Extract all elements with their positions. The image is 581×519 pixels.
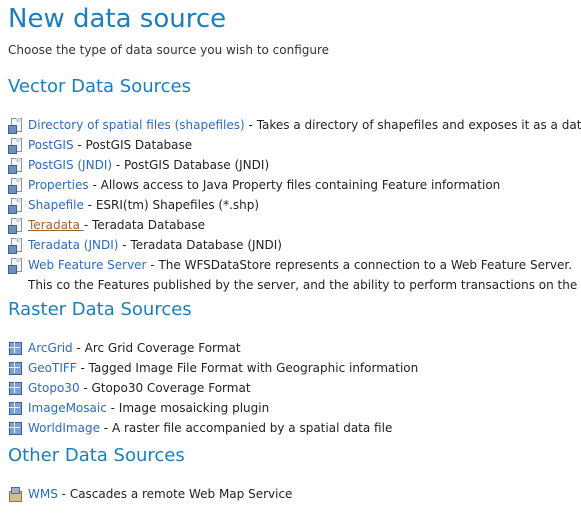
raster-source-icon (8, 381, 22, 395)
separator: - (99, 421, 112, 435)
vector-source-item: Teradata - Teradata Database (8, 215, 581, 235)
source-description: Allows access to Java Property files con… (100, 178, 501, 192)
separator: - (112, 158, 125, 172)
separator: - (72, 341, 85, 355)
source-description: Takes a directory of shapefiles and expo… (256, 118, 581, 132)
separator: - (83, 218, 92, 232)
raster-source-list: ArcGrid - Arc Grid Coverage Format GeoTI… (8, 338, 581, 438)
source-link-worldimage[interactable]: WorldImage (28, 421, 100, 435)
source-description: Arc Grid Coverage Format (84, 341, 241, 355)
raster-source-item: Gtopo30 - Gtopo30 Coverage Format (8, 378, 581, 398)
vector-source-icon (8, 138, 22, 154)
raster-source-icon (8, 421, 22, 435)
source-link-postgis-jndi[interactable]: PostGIS (JNDI) (28, 158, 112, 172)
source-link-directory-shapefiles[interactable]: Directory of spatial files (shapefiles) (28, 118, 245, 132)
source-link-postgis[interactable]: PostGIS (28, 138, 74, 152)
source-description: A raster file accompanied by a spatial d… (111, 421, 393, 435)
vector-source-icon (8, 158, 22, 174)
source-link-imagemosaic[interactable]: ImageMosaic (28, 401, 107, 415)
source-link-gtopo30[interactable]: Gtopo30 (28, 381, 80, 395)
source-description: Gtopo30 Coverage Format (91, 381, 251, 395)
vector-source-item: Properties - Allows access to Java Prope… (8, 175, 581, 195)
separator: - (88, 178, 101, 192)
source-link-teradata-jndi[interactable]: Teradata (JNDI) (28, 238, 118, 252)
separator: - (244, 118, 257, 132)
source-description: Teradata Database (91, 218, 206, 232)
vector-source-icon (8, 258, 22, 274)
raster-section-heading: Raster Data Sources (8, 299, 192, 320)
vector-section-heading: Vector Data Sources (8, 76, 191, 97)
page-title: New data source (8, 4, 227, 34)
separator: - (73, 138, 86, 152)
separator: - (76, 361, 89, 375)
source-link-shapefile[interactable]: Shapefile (28, 198, 84, 212)
vector-source-icon (8, 238, 22, 254)
vector-source-item: PostGIS (JNDI) - PostGIS Database (JNDI) (8, 155, 581, 175)
source-link-wms[interactable]: WMS (28, 487, 58, 501)
page-subtitle: Choose the type of data source you wish … (8, 43, 330, 57)
vector-source-item: PostGIS - PostGIS Database (8, 135, 581, 155)
vector-source-list: Directory of spatial files (shapefiles) … (8, 115, 581, 295)
separator: - (146, 258, 159, 272)
vector-source-item: Directory of spatial files (shapefiles) … (8, 115, 581, 135)
raster-source-icon (8, 401, 22, 415)
new-data-source-page: New data source Choose the type of data … (0, 0, 581, 519)
vector-source-icon (8, 118, 22, 134)
source-description: Tagged Image File Format with Geographic… (88, 361, 419, 375)
source-description: PostGIS Database (JNDI) (124, 158, 270, 172)
vector-source-item: Shapefile - ESRI(tm) Shapefiles (*.shp) (8, 195, 581, 215)
separator: - (79, 381, 92, 395)
raster-source-icon (8, 341, 22, 355)
source-link-properties[interactable]: Properties (28, 178, 89, 192)
source-link-web-feature-server[interactable]: Web Feature Server (28, 258, 147, 272)
source-link-geotiff[interactable]: GeoTIFF (28, 361, 77, 375)
source-link-arcgrid[interactable]: ArcGrid (28, 341, 73, 355)
other-section-heading: Other Data Sources (8, 445, 185, 466)
source-description: ESRI(tm) Shapefiles (*.shp) (95, 198, 260, 212)
separator: - (118, 238, 131, 252)
source-description: Image mosaicking plugin (118, 401, 270, 415)
raster-source-item: ArcGrid - Arc Grid Coverage Format (8, 338, 581, 358)
separator: - (57, 487, 70, 501)
raster-source-item: WorldImage - A raster file accompanied b… (8, 418, 581, 438)
vector-source-icon (8, 218, 22, 234)
source-description: Cascades a remote Web Map Service (69, 487, 293, 501)
wms-source-icon (8, 487, 22, 502)
vector-source-item: Web Feature Server - The WFSDataStore re… (8, 255, 581, 295)
raster-source-icon (8, 361, 22, 375)
other-source-item: WMS - Cascades a remote Web Map Service (8, 484, 581, 504)
vector-source-item: Teradata (JNDI) - Teradata Database (JND… (8, 235, 581, 255)
raster-source-item: GeoTIFF - Tagged Image File Format with … (8, 358, 581, 378)
other-source-list: WMS - Cascades a remote Web Map Service (8, 484, 581, 504)
source-description: PostGIS Database (85, 138, 193, 152)
source-description: Teradata Database (JNDI) (130, 238, 282, 252)
separator: - (83, 198, 96, 212)
separator: - (106, 401, 119, 415)
vector-source-icon (8, 178, 22, 194)
raster-source-item: ImageMosaic - Image mosaicking plugin (8, 398, 581, 418)
vector-source-icon (8, 198, 22, 214)
source-link-teradata[interactable]: Teradata (28, 218, 84, 232)
